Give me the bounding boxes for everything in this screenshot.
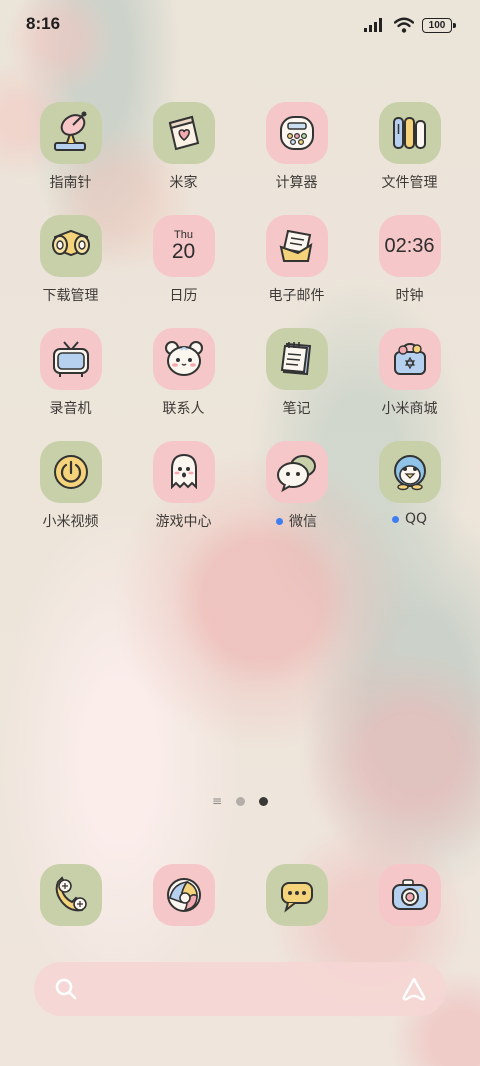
app-label: 微信: [289, 514, 317, 530]
app-calendar[interactable]: Thu 20 日历: [127, 215, 240, 310]
messages-icon: [265, 864, 328, 926]
app-recorder[interactable]: 录音机: [14, 328, 127, 423]
app-mijia[interactable]: 米家: [127, 102, 240, 197]
calendar-icon: Thu 20: [152, 215, 215, 277]
recorder-icon: [39, 328, 102, 390]
app-file-manager[interactable]: 文件管理: [353, 102, 466, 197]
dock-phone[interactable]: [14, 864, 127, 928]
app-calculator[interactable]: 计算器: [240, 102, 353, 197]
app-label: 米家: [169, 175, 198, 191]
camera-icon: [378, 864, 441, 926]
page-dot-2[interactable]: [259, 796, 269, 806]
dock-messages[interactable]: [240, 864, 353, 928]
status-time: 8:16: [26, 14, 61, 33]
mi-video-icon: [39, 441, 102, 503]
battery-icon: 100: [422, 17, 456, 33]
wechat-icon: [265, 441, 328, 503]
app-label: 小米商城: [381, 401, 438, 417]
page-list-icon[interactable]: ≡: [212, 795, 222, 807]
app-qq[interactable]: QQ: [353, 441, 466, 536]
app-label: 计算器: [275, 175, 318, 191]
browser-icon: [152, 864, 215, 926]
app-label: 录音机: [49, 401, 92, 417]
clock-icon: 02:36: [378, 215, 441, 277]
search-icon[interactable]: [54, 977, 78, 1001]
email-icon: [265, 215, 328, 277]
page-dot-1[interactable]: [236, 796, 246, 806]
app-game-center[interactable]: 游戏中心: [127, 441, 240, 536]
page-indicator[interactable]: ≡: [0, 795, 480, 807]
wifi-icon: [394, 17, 414, 33]
app-label: 游戏中心: [155, 514, 212, 530]
qq-icon: [378, 441, 441, 503]
app-label: 笔记: [282, 401, 311, 417]
app-wechat[interactable]: 微信: [240, 441, 353, 536]
app-mi-store[interactable]: 小米商城: [353, 328, 466, 423]
cellular-signal-icon: [364, 18, 382, 32]
compass-icon: [39, 102, 102, 164]
notification-dot: [391, 515, 399, 523]
app-contacts[interactable]: 联系人: [127, 328, 240, 423]
status-bar: 8:16 100: [0, 0, 480, 52]
notes-icon: [265, 328, 328, 390]
app-label: 指南针: [49, 175, 92, 191]
contacts-icon: [152, 328, 215, 390]
app-download-manager[interactable]: 下载管理: [14, 215, 127, 310]
app-label: 电子邮件: [268, 288, 325, 304]
app-label: 联系人: [162, 401, 205, 417]
file-manager-icon: [378, 102, 441, 164]
app-label: 小米视频: [42, 514, 99, 530]
app-label: 下载管理: [42, 288, 99, 304]
calendar-date: 20: [171, 240, 196, 263]
calculator-icon: [265, 102, 328, 164]
app-label: QQ: [404, 511, 428, 527]
mi-store-icon: [378, 328, 441, 390]
app-mi-video[interactable]: 小米视频: [14, 441, 127, 536]
dock-browser[interactable]: [127, 864, 240, 928]
game-center-icon: [152, 441, 215, 503]
mijia-icon: [152, 102, 215, 164]
battery-level: 100: [428, 19, 446, 31]
app-compass[interactable]: 指南针: [14, 102, 127, 197]
app-label: 日历: [169, 288, 198, 304]
notification-dot: [276, 517, 283, 525]
app-notes[interactable]: 笔记: [240, 328, 353, 423]
app-email[interactable]: 电子邮件: [240, 215, 353, 310]
app-label: 时钟: [395, 288, 424, 304]
app-grid: 指南针 米家 计算器 文件管理 下载管理 Thu 20 日历 电子邮件 02:3…: [14, 102, 466, 536]
ai-assistant-icon[interactable]: [400, 976, 428, 1002]
dock: [14, 864, 466, 928]
app-label: 文件管理: [381, 175, 438, 191]
clock-time: 02:36: [384, 234, 435, 257]
search-bar[interactable]: [34, 962, 446, 1016]
download-icon: [39, 215, 102, 277]
dock-camera[interactable]: [353, 864, 466, 928]
phone-icon: [39, 864, 102, 926]
app-clock[interactable]: 02:36 时钟: [353, 215, 466, 310]
